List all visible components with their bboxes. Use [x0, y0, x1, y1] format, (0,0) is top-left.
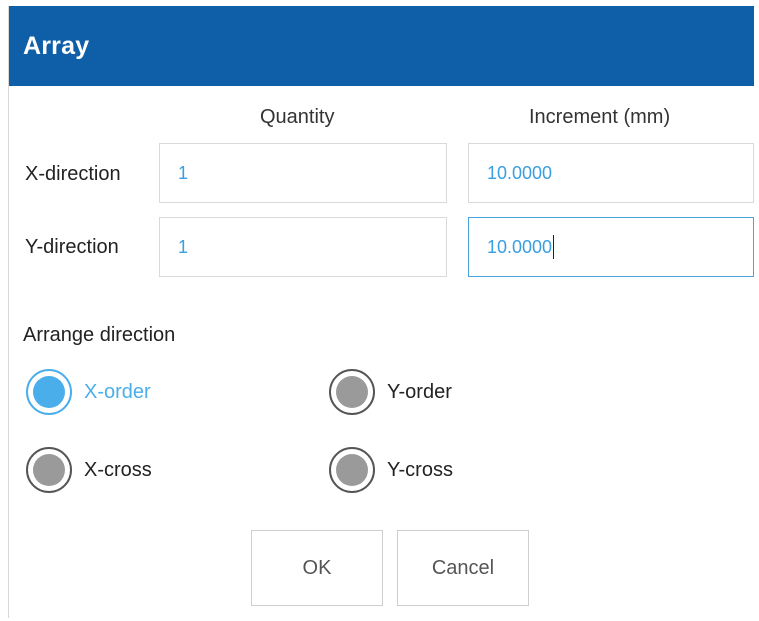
y-quantity-value: 1 [178, 236, 189, 257]
y-cross-radio[interactable]: Y-cross [329, 447, 453, 493]
arrange-direction-label: Arrange direction [23, 324, 176, 346]
x-cross-label: X-cross [84, 458, 152, 481]
y-order-label: Y-order [387, 380, 452, 403]
y-order-radio[interactable]: Y-order [329, 369, 452, 415]
radio-unselected-icon [329, 369, 375, 415]
x-increment-field[interactable]: 10.0000 [468, 143, 754, 203]
text-caret [553, 235, 555, 259]
increment-column-header: Increment (mm) [529, 106, 671, 128]
x-quantity-value: 1 [178, 162, 189, 183]
quantity-column-header: Quantity [260, 106, 335, 128]
cancel-button[interactable]: Cancel [397, 530, 529, 606]
y-direction-label: Y-direction [25, 236, 119, 258]
y-quantity-field[interactable]: 1 [159, 217, 447, 277]
y-increment-value: 10.0000 [487, 236, 553, 257]
x-direction-label: X-direction [25, 163, 121, 185]
x-quantity-field[interactable]: 1 [159, 143, 447, 203]
x-increment-value: 10.0000 [487, 162, 553, 183]
radio-selected-icon [26, 369, 72, 415]
dialog-title: Array [23, 32, 90, 60]
y-increment-field[interactable]: 10.0000 [468, 217, 754, 277]
x-order-radio[interactable]: X-order [26, 369, 151, 415]
y-cross-label: Y-cross [387, 458, 453, 481]
dialog-titlebar: Array [9, 6, 754, 86]
array-dialog: Array Quantity Increment (mm) X-directio… [8, 6, 754, 618]
x-order-label: X-order [84, 380, 151, 403]
radio-unselected-icon [26, 447, 72, 493]
x-cross-radio[interactable]: X-cross [26, 447, 152, 493]
ok-button[interactable]: OK [251, 530, 383, 606]
radio-unselected-icon [329, 447, 375, 493]
